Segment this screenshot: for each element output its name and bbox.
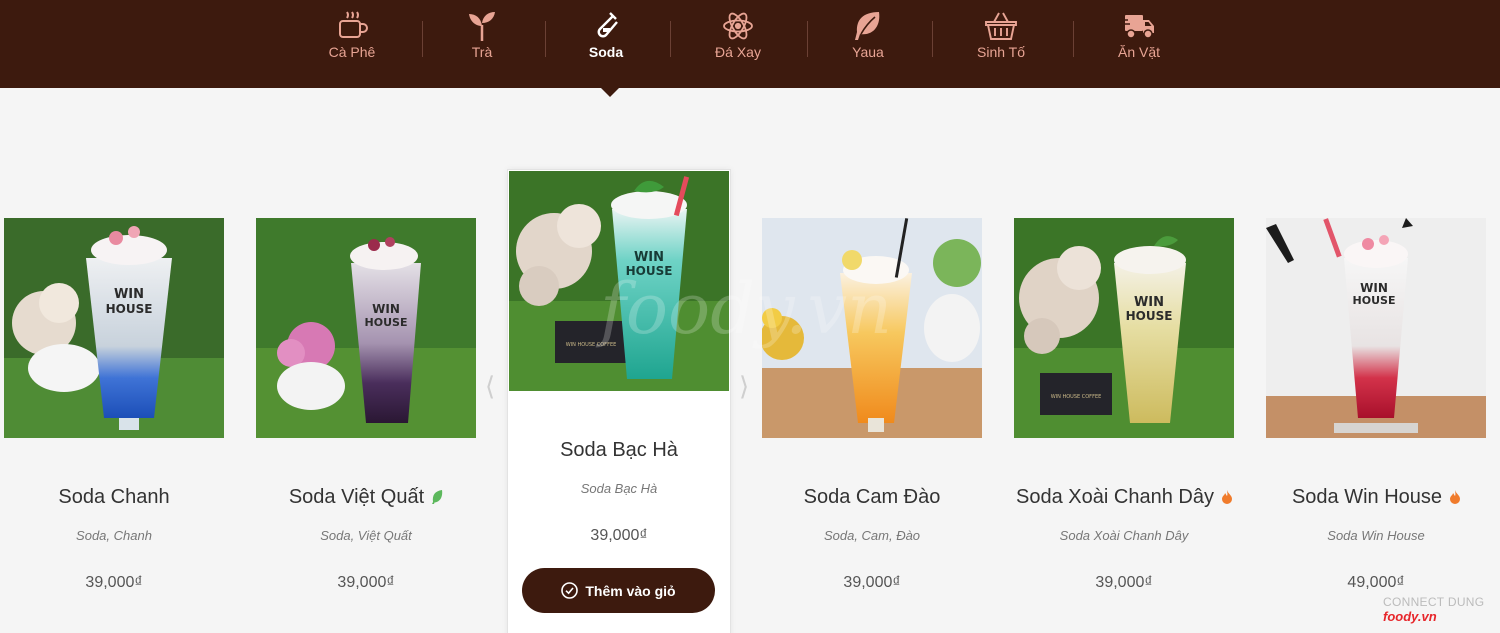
nav-label: Cà Phê	[328, 44, 376, 60]
check-circle-icon	[561, 582, 579, 599]
nav-label: Sinh Tố	[977, 44, 1025, 60]
svg-text:WIN: WIN	[634, 250, 664, 265]
product-price: 39,000₫	[590, 527, 648, 544]
product-name[interactable]: Soda Xoài Chanh Dây	[999, 486, 1249, 509]
product-name[interactable]: Soda Bạc Hà	[494, 439, 744, 462]
carousel-next-icon[interactable]: ⟩	[739, 372, 749, 402]
product-price: 49,000₫	[1347, 574, 1405, 591]
nav-item-sinh-to[interactable]: Sinh Tố	[951, 10, 1051, 70]
fire-badge-icon	[1221, 490, 1232, 504]
nav-divider	[807, 21, 808, 57]
atom-icon	[723, 12, 753, 40]
nav-label: Yaua	[852, 44, 884, 60]
svg-text:WIN: WIN	[1134, 295, 1164, 310]
coffee-cup-icon	[339, 11, 368, 38]
product-name[interactable]: Soda Win House	[1251, 486, 1500, 509]
nav-item-yaua[interactable]: Yaua	[818, 10, 918, 70]
svg-text:HOUSE: HOUSE	[1126, 309, 1173, 323]
nav-divider	[422, 21, 423, 57]
connect-label: CONNECT DUNG	[1383, 595, 1485, 609]
product-image[interactable]: WIN HOUSE COFFEE WIN HOUSE	[1014, 218, 1234, 438]
fire-badge-icon	[1450, 490, 1461, 504]
product-description: Soda, Việt Quất	[320, 528, 412, 543]
nav-item-soda[interactable]: Soda	[556, 10, 656, 70]
svg-text:HOUSE: HOUSE	[1353, 294, 1396, 307]
category-nav: Cà Phê Trà Soda Đá Xay Yaua Sinh Tố Ăn V…	[0, 0, 1500, 88]
svg-text:HOUSE: HOUSE	[106, 302, 153, 316]
product-image[interactable]: WIN HOUSE	[4, 218, 224, 438]
product-name[interactable]: Soda Cam Đào	[747, 486, 997, 509]
product-price: 39,000₫	[843, 574, 901, 591]
product-name[interactable]: Soda Chanh	[0, 486, 239, 509]
add-to-cart-button[interactable]: Thêm vào giỏ	[522, 568, 715, 613]
nav-item-ca-phe[interactable]: Cà Phê	[302, 10, 402, 70]
product-description: Soda, Chanh	[76, 528, 152, 543]
test-tube-icon	[597, 12, 618, 38]
nav-item-da-xay[interactable]: Đá Xay	[688, 10, 788, 70]
delivery-truck-icon	[1122, 15, 1154, 39]
svg-text:WIN: WIN	[114, 287, 144, 302]
product-name[interactable]: Soda Việt Quất	[241, 486, 491, 509]
carousel-prev-icon[interactable]: ⟨	[485, 372, 495, 402]
nav-divider	[670, 21, 671, 57]
product-price: 39,000₫	[85, 574, 143, 591]
add-to-cart-label: Thêm vào giỏ	[585, 582, 676, 599]
svg-text:HOUSE: HOUSE	[365, 316, 408, 329]
nav-divider	[1073, 21, 1074, 57]
svg-text:WIN: WIN	[372, 302, 400, 316]
foody-logo: foody.vn	[1383, 609, 1437, 624]
product-name-text: Soda Win House	[1291, 486, 1443, 508]
nav-item-tra[interactable]: Trà	[432, 10, 532, 70]
product-description: Soda Bạc Hà	[580, 481, 658, 496]
product-image[interactable]: WIN HOUSE	[256, 218, 476, 438]
nav-label: Đá Xay	[715, 44, 761, 60]
sprout-icon	[469, 12, 495, 41]
basket-icon	[985, 12, 1017, 40]
svg-text:WIN HOUSE COFFEE: WIN HOUSE COFFEE	[1051, 394, 1102, 400]
product-name-text: Soda Việt Quất	[288, 486, 425, 508]
nav-item-an-vat[interactable]: Ăn Vặt	[1089, 10, 1189, 70]
nav-label: Soda	[588, 44, 624, 60]
foody-watermark: foody.vn	[600, 268, 893, 350]
leaf-badge-icon	[432, 490, 443, 504]
product-price: 39,000₫	[1095, 574, 1153, 591]
svg-text:WIN: WIN	[1360, 281, 1388, 295]
nav-divider	[545, 21, 546, 57]
product-description: Soda Win House	[1327, 528, 1425, 543]
product-description: Soda, Cam, Đào	[823, 528, 921, 543]
nav-label: Ăn Vặt	[1117, 44, 1161, 60]
product-name-text: Soda Xoài Chanh Dây	[1016, 486, 1214, 508]
product-description: Soda Xoài Chanh Dây	[1059, 528, 1189, 543]
nav-label: Trà	[471, 44, 493, 60]
nav-divider	[932, 21, 933, 57]
active-tab-pointer	[601, 88, 619, 97]
leaf-icon	[855, 12, 880, 40]
product-price: 39,000₫	[337, 574, 395, 591]
product-image[interactable]: WIN HOUSE	[1266, 218, 1486, 438]
